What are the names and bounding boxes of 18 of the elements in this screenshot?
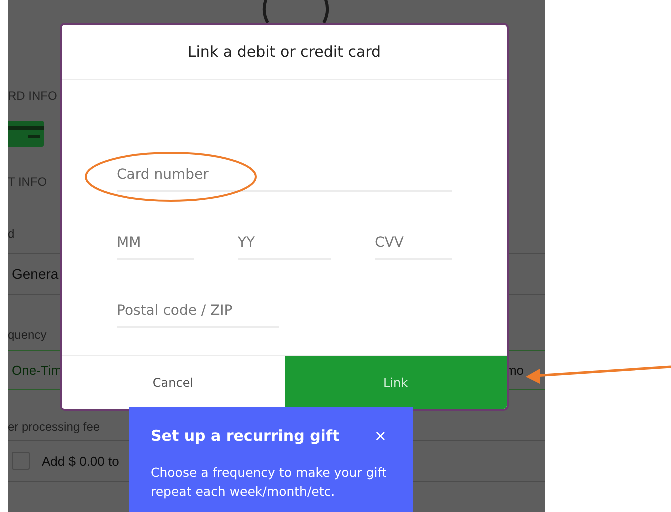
input-field[interactable]: Postal code / ZIP <box>117 296 279 328</box>
field-label: er processing fee <box>8 420 102 434</box>
section-heading: T INFO <box>8 174 48 190</box>
input-field[interactable]: CVV <box>375 228 452 260</box>
field-label: quency <box>8 328 48 342</box>
credit-card-icon <box>8 121 44 147</box>
input-field[interactable]: Card number <box>117 160 452 192</box>
tooltip-title: Set up a recurring gift <box>151 427 340 445</box>
field-label: d <box>8 227 16 241</box>
link-button[interactable]: Link <box>284 356 507 409</box>
section-heading: RD INFO <box>8 88 58 104</box>
dialog-title: Link a debit or credit card <box>62 25 507 80</box>
close-button[interactable]: × <box>370 427 391 445</box>
tooltip-text: Choose a frequency to make your gift repeat each week/month/etc. <box>151 464 388 501</box>
input-field[interactable]: YY <box>238 228 331 260</box>
checkbox-label: Add $ 0.00 to <box>42 454 120 468</box>
bracket-icon <box>262 0 330 24</box>
input-field[interactable]: MM <box>117 228 194 260</box>
